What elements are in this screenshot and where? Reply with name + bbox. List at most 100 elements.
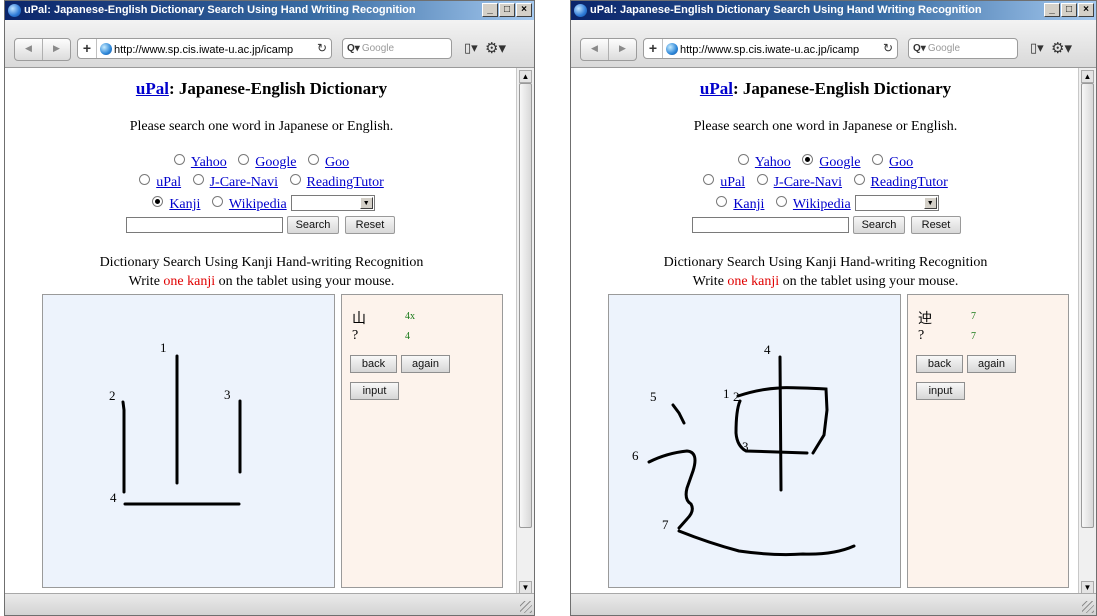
language-select[interactable]: ▼	[854, 195, 939, 211]
engine-option-jcare[interactable]: J-Care-Navi	[192, 174, 278, 190]
search-input[interactable]: Q▾ Google	[908, 38, 1018, 59]
radio-google[interactable]	[802, 154, 814, 165]
title-bar[interactable]: uPal: Japanese-English Dictionary Search…	[5, 1, 534, 20]
reset-button[interactable]: Reset	[345, 216, 395, 234]
link-kanji[interactable]: Kanji	[169, 197, 200, 212]
link-goo[interactable]: Goo	[889, 155, 913, 170]
scroll-up-icon[interactable]: ▲	[1081, 70, 1094, 83]
radio-wikipedia[interactable]	[775, 196, 787, 207]
link-reading[interactable]: ReadingTutor	[307, 175, 384, 190]
engine-option-wikipedia[interactable]: Wikipedia	[211, 196, 287, 212]
link-jcare[interactable]: J-Care-Navi	[210, 175, 278, 190]
radio-goo[interactable]	[872, 154, 884, 165]
gear-icon[interactable]: ⚙▾	[1051, 39, 1072, 57]
radio-reading[interactable]	[853, 174, 865, 185]
radio-kanji[interactable]	[152, 196, 164, 207]
radio-jcare[interactable]	[756, 174, 768, 185]
engine-option-jcare[interactable]: J-Care-Navi	[756, 174, 842, 190]
radio-yahoo[interactable]	[737, 154, 749, 165]
link-yahoo[interactable]: Yahoo	[755, 155, 791, 170]
engine-option-upal[interactable]: uPal	[703, 174, 745, 190]
forward-arrow-icon[interactable]: ▶	[43, 39, 70, 60]
link-wikipedia[interactable]: Wikipedia	[229, 197, 287, 212]
upal-title-link[interactable]: uPal	[136, 79, 169, 98]
link-wikipedia[interactable]: Wikipedia	[793, 197, 851, 212]
link-google[interactable]: Google	[255, 155, 296, 170]
scroll-thumb[interactable]	[519, 83, 532, 528]
link-upal[interactable]: uPal	[156, 175, 181, 190]
engine-option-upal[interactable]: uPal	[139, 174, 181, 190]
forward-arrow-icon[interactable]: ▶	[609, 39, 636, 60]
link-yahoo[interactable]: Yahoo	[191, 155, 227, 170]
engine-option-yahoo[interactable]: Yahoo	[737, 154, 791, 170]
back-arrow-icon[interactable]: ◀	[15, 39, 43, 60]
query-input[interactable]	[692, 217, 849, 233]
radio-google[interactable]	[238, 154, 250, 165]
radio-yahoo[interactable]	[173, 154, 185, 165]
engine-option-reading[interactable]: ReadingTutor	[289, 174, 384, 190]
again-button[interactable]: again	[967, 355, 1016, 373]
plus-icon[interactable]: +	[78, 39, 97, 58]
radio-jcare[interactable]	[192, 174, 204, 185]
link-upal[interactable]: uPal	[720, 175, 745, 190]
handwriting-tablet[interactable]: 4 1 2 3 5 6 7	[608, 294, 901, 588]
resize-grip-icon[interactable]	[520, 601, 532, 613]
minimize-icon[interactable]: _	[1044, 3, 1060, 17]
back-arrow-icon[interactable]: ◀	[581, 39, 609, 60]
radio-upal[interactable]	[703, 174, 715, 185]
link-goo[interactable]: Goo	[325, 155, 349, 170]
candidate-kanji[interactable]: 迚	[918, 308, 932, 328]
maximize-icon[interactable]: □	[499, 3, 515, 17]
input-button[interactable]: input	[350, 382, 399, 400]
minimize-icon[interactable]: _	[482, 3, 498, 17]
radio-goo[interactable]	[308, 154, 320, 165]
link-google[interactable]: Google	[819, 155, 860, 170]
page-icon[interactable]: ▯▾	[464, 41, 478, 56]
handwriting-tablet[interactable]: 1 2 3 4	[42, 294, 335, 588]
engine-option-reading[interactable]: ReadingTutor	[853, 174, 948, 190]
again-button[interactable]: again	[401, 355, 450, 373]
title-bar[interactable]: uPal: Japanese-English Dictionary Search…	[571, 1, 1096, 20]
back-button[interactable]: back	[916, 355, 963, 373]
search-input[interactable]: Q▾ Google	[342, 38, 452, 59]
plus-icon[interactable]: +	[644, 39, 663, 58]
chevron-down-icon[interactable]: ▼	[359, 197, 373, 209]
link-kanji[interactable]: Kanji	[733, 197, 764, 212]
scroll-up-icon[interactable]: ▲	[519, 70, 532, 83]
engine-option-goo[interactable]: Goo	[308, 154, 349, 170]
engine-option-wikipedia[interactable]: Wikipedia	[775, 196, 851, 212]
page-icon[interactable]: ▯▾	[1030, 41, 1044, 56]
vertical-scrollbar[interactable]: ▲ ▼	[1078, 68, 1096, 596]
search-button[interactable]: Search	[853, 216, 905, 234]
close-icon[interactable]: ×	[1078, 3, 1094, 17]
engine-option-kanji[interactable]: Kanji	[716, 196, 764, 212]
search-button[interactable]: Search	[287, 216, 339, 234]
address-bar[interactable]: + http://www.sp.cis.iwate-u.ac.jp/icamp ↻	[77, 38, 332, 59]
radio-kanji[interactable]	[716, 196, 728, 207]
candidate-kanji[interactable]: 山	[352, 308, 366, 328]
reset-button[interactable]: Reset	[911, 216, 961, 234]
engine-option-yahoo[interactable]: Yahoo	[173, 154, 227, 170]
candidate-kanji[interactable]: ?	[352, 328, 358, 344]
radio-wikipedia[interactable]	[211, 196, 223, 207]
reload-icon[interactable]: ↻	[317, 39, 327, 58]
query-input[interactable]	[126, 217, 283, 233]
input-button[interactable]: input	[916, 382, 965, 400]
language-select[interactable]: ▼	[290, 195, 375, 211]
maximize-icon[interactable]: □	[1061, 3, 1077, 17]
candidate-kanji[interactable]: ?	[918, 328, 924, 344]
chevron-down-icon[interactable]: ▼	[923, 197, 937, 209]
gear-icon[interactable]: ⚙▾	[485, 39, 506, 57]
resize-grip-icon[interactable]	[1082, 601, 1094, 613]
close-icon[interactable]: ×	[516, 3, 532, 17]
reload-icon[interactable]: ↻	[883, 39, 893, 58]
engine-option-goo[interactable]: Goo	[872, 154, 913, 170]
scroll-thumb[interactable]	[1081, 83, 1094, 528]
engine-option-kanji[interactable]: Kanji	[152, 196, 200, 212]
address-bar[interactable]: + http://www.sp.cis.iwate-u.ac.jp/icamp ↻	[643, 38, 898, 59]
back-button[interactable]: back	[350, 355, 397, 373]
link-jcare[interactable]: J-Care-Navi	[774, 175, 842, 190]
engine-option-google[interactable]: Google	[238, 154, 297, 170]
link-reading[interactable]: ReadingTutor	[871, 175, 948, 190]
upal-title-link[interactable]: uPal	[700, 79, 733, 98]
